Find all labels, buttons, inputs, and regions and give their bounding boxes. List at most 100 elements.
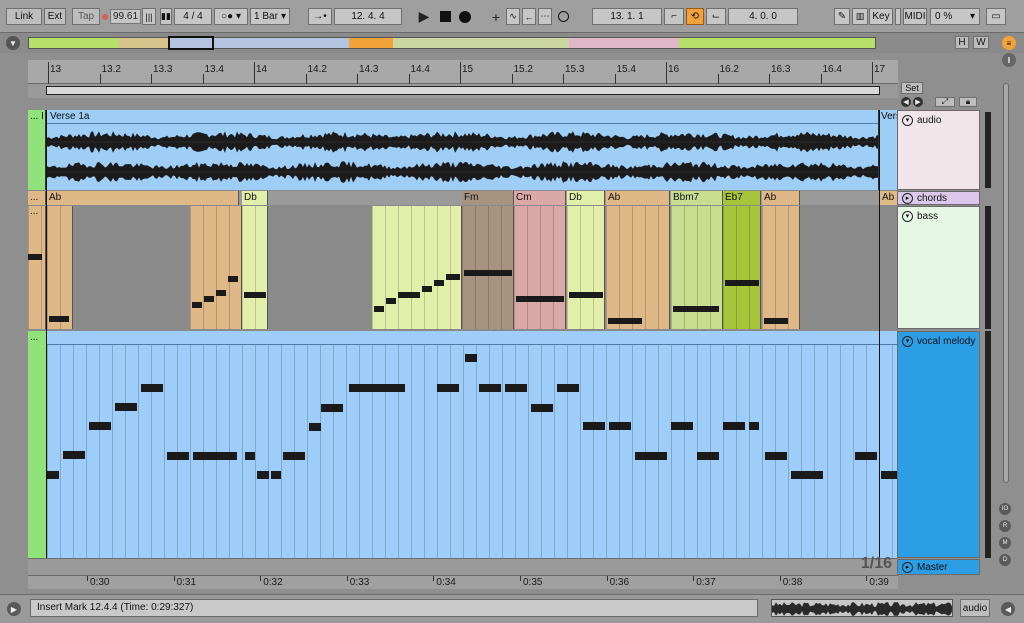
midi-note[interactable] bbox=[141, 384, 163, 392]
next-locator-icon[interactable]: ▶ bbox=[913, 97, 923, 107]
track-name[interactable]: audio bbox=[917, 115, 941, 126]
midi-note[interactable] bbox=[465, 354, 477, 362]
chord-clip[interactable]: Cm bbox=[514, 191, 566, 205]
stop-icon[interactable] bbox=[438, 8, 452, 25]
tempo-field[interactable]: 99.61 bbox=[102, 8, 142, 25]
fold-icon[interactable]: ▾ bbox=[902, 210, 913, 222]
automation-arm-icon[interactable]: ∿ bbox=[506, 8, 520, 25]
menu-icon[interactable]: ≡ bbox=[1002, 36, 1016, 50]
arrangement-tracks[interactable]: ... I Verse 1a Vers ... AAbDbFmCmDbAbBbm… bbox=[28, 110, 898, 558]
chords-track-lane[interactable]: ... AAbDbFmCmDbAbBbm7Eb7AbAb bbox=[28, 191, 898, 205]
midi-note[interactable] bbox=[257, 471, 269, 479]
chord-clip[interactable]: Ab bbox=[47, 191, 239, 205]
midi-note[interactable] bbox=[398, 292, 420, 298]
midi-note[interactable] bbox=[386, 298, 396, 304]
detail-view-toggle-icon[interactable]: ▶ bbox=[7, 602, 21, 616]
key-map-button[interactable]: Key bbox=[869, 8, 893, 25]
midi-note[interactable] bbox=[374, 306, 384, 312]
vertical-scrollbar[interactable] bbox=[1003, 83, 1009, 483]
midi-note[interactable] bbox=[115, 403, 137, 411]
session-record-icon[interactable] bbox=[556, 8, 570, 25]
bass-midi-clip[interactable] bbox=[462, 206, 514, 329]
arrangement-overview[interactable]: ▼ H W bbox=[0, 33, 1024, 53]
midi-note[interactable] bbox=[167, 452, 189, 460]
midi-note[interactable] bbox=[608, 318, 642, 324]
draw-mode-icon[interactable]: ✎ bbox=[834, 8, 850, 25]
midi-note[interactable] bbox=[309, 423, 321, 431]
reenable-automation-icon[interactable]: ← bbox=[522, 8, 536, 25]
vocal-melody-track-header[interactable]: ▾ vocal melody bbox=[897, 331, 980, 558]
midi-map-button[interactable]: MIDI bbox=[903, 8, 927, 25]
chord-clip[interactable]: ... A bbox=[28, 191, 46, 205]
midi-note[interactable] bbox=[437, 384, 459, 392]
midi-note[interactable] bbox=[245, 452, 255, 460]
audio-track-header[interactable]: ▾ audio bbox=[897, 110, 980, 190]
midi-note[interactable] bbox=[609, 422, 631, 430]
midi-note[interactable] bbox=[697, 452, 719, 460]
detail-view-right-icon[interactable]: ◀ bbox=[1001, 602, 1015, 616]
midi-note[interactable] bbox=[244, 292, 266, 298]
audio-clip-next[interactable]: Vers bbox=[880, 110, 898, 190]
fold-icon[interactable]: ▾ bbox=[902, 114, 913, 126]
loop-icon[interactable]: ⟲ bbox=[686, 8, 704, 25]
mixer-toggle-icon[interactable]: M bbox=[999, 537, 1011, 549]
punch-out-icon[interactable]: ⌙ bbox=[706, 8, 726, 25]
midi-note[interactable] bbox=[283, 452, 305, 460]
midi-note[interactable] bbox=[446, 274, 460, 280]
track-name[interactable]: Master bbox=[917, 562, 948, 573]
follow-icon[interactable]: →• bbox=[308, 8, 332, 25]
bass-midi-clip[interactable] bbox=[762, 206, 800, 329]
overview-visible-window[interactable] bbox=[168, 36, 214, 50]
overview-strip[interactable] bbox=[28, 37, 876, 49]
bass-midi-clip[interactable] bbox=[567, 206, 605, 329]
beat-time-ruler[interactable]: 13 13.2 13.3 13.4 14 14.2 14.3 14.4 15 15.2 15.3 15… bbox=[28, 60, 898, 84]
midi-note[interactable] bbox=[422, 286, 432, 292]
midi-note[interactable] bbox=[749, 422, 759, 430]
midi-note[interactable] bbox=[192, 302, 202, 308]
punch-in-icon[interactable]: ⌐ bbox=[664, 8, 684, 25]
chord-clip[interactable]: Ab bbox=[762, 191, 800, 205]
overdub-icon[interactable]: + bbox=[490, 8, 502, 25]
bass-midi-clip[interactable] bbox=[28, 206, 46, 329]
midi-note[interactable] bbox=[723, 422, 745, 430]
bass-midi-clip[interactable] bbox=[242, 206, 268, 329]
midi-note[interactable] bbox=[855, 452, 877, 460]
track-name[interactable]: vocal melody bbox=[917, 336, 975, 347]
bass-midi-clip[interactable] bbox=[190, 206, 242, 329]
link-button[interactable]: Link bbox=[6, 8, 42, 25]
chord-clip[interactable]: Ab bbox=[880, 191, 898, 205]
midi-note[interactable] bbox=[49, 316, 69, 322]
loop-length-field[interactable]: 4. 0. 0 bbox=[728, 8, 798, 25]
chord-clip[interactable]: Db bbox=[567, 191, 605, 205]
track-name[interactable]: bass bbox=[917, 211, 938, 222]
midi-note[interactable] bbox=[764, 318, 788, 324]
midi-note[interactable] bbox=[516, 296, 564, 302]
lock-icon[interactable]: 🔒︎ bbox=[959, 97, 977, 107]
midi-note[interactable] bbox=[63, 451, 85, 459]
audio-clip-short[interactable]: ... I bbox=[28, 110, 46, 190]
midi-note[interactable] bbox=[434, 280, 444, 286]
bass-midi-clip[interactable] bbox=[514, 206, 566, 329]
chord-clip[interactable]: Bbm7 bbox=[671, 191, 723, 205]
metronome-toggle[interactable]: ○● ▾ bbox=[214, 8, 248, 25]
zoom-height-button[interactable]: H bbox=[955, 36, 969, 49]
master-track-header[interactable]: ▸ Master bbox=[897, 559, 980, 575]
midi-note[interactable] bbox=[583, 422, 605, 430]
grid-quantization-label[interactable]: 1/16 bbox=[861, 555, 892, 573]
midi-note[interactable] bbox=[531, 404, 553, 412]
bass-midi-clip[interactable] bbox=[372, 206, 462, 329]
midi-note[interactable] bbox=[881, 471, 897, 479]
midi-note[interactable] bbox=[765, 452, 787, 460]
midi-note[interactable] bbox=[349, 384, 405, 392]
toggle-browser-icon[interactable]: ▼ bbox=[6, 36, 20, 50]
vocal-clip-short[interactable]: ... bbox=[28, 331, 46, 558]
bass-midi-clip[interactable] bbox=[606, 206, 670, 329]
master-track-lane[interactable]: 1/16 bbox=[28, 555, 898, 575]
audio-clip-verse-1a[interactable]: Verse 1a bbox=[47, 110, 879, 190]
computer-keyboard-icon[interactable]: ▥ bbox=[852, 8, 868, 25]
time-ruler[interactable]: 0:30 0:31 0:32 0:33 0:34 0:35 0:36 0:37 0:38 0:39 bbox=[28, 575, 898, 589]
chord-clip[interactable]: Eb7 bbox=[723, 191, 761, 205]
loop-bar[interactable] bbox=[28, 84, 898, 98]
quantize-menu[interactable]: 1 Bar ▾ bbox=[250, 8, 290, 25]
midi-note[interactable] bbox=[204, 296, 214, 302]
